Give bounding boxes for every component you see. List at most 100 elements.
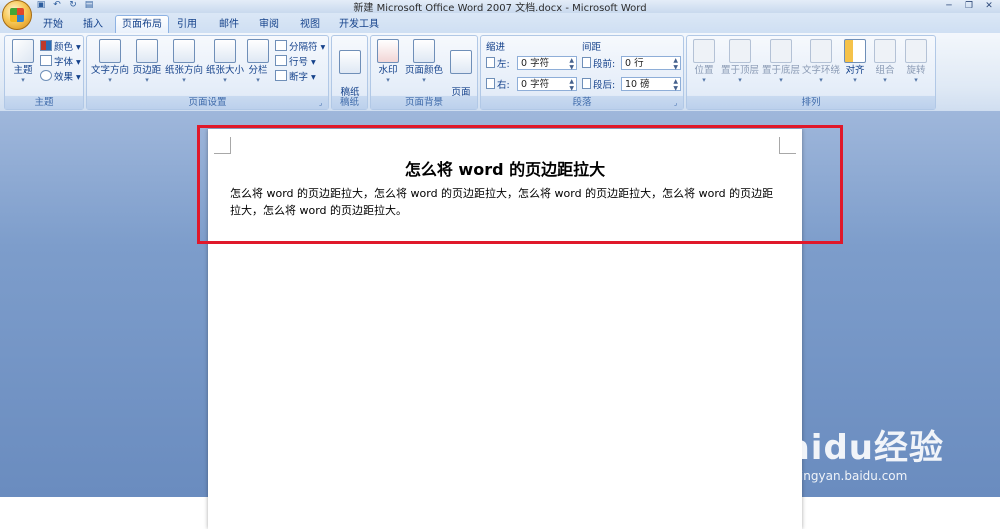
paragraph-launcher-icon[interactable]: ⌟ xyxy=(674,100,681,107)
window-controls: ─ ❐ ✕ xyxy=(942,1,996,11)
send-to-back-icon xyxy=(770,39,792,63)
page-color-button[interactable]: 页面颜色 ▾ xyxy=(404,39,444,84)
tab-insert[interactable]: 插入 xyxy=(76,17,110,33)
spin-arrows-icon[interactable]: ▲ ▼ xyxy=(673,57,678,71)
paper-size-button[interactable]: 纸张大小 ▾ xyxy=(205,39,245,84)
group-arrange: 位置 ▾ 置于顶层 ▾ 置于底层 ▾ 文字环绕 ▾ 对齐 ▾ 组合 ▾ 旋转 ▾… xyxy=(686,35,936,110)
group-draft: 稿纸 设置 稿纸 xyxy=(331,35,368,110)
tab-references[interactable]: 引用 xyxy=(170,17,204,33)
close-icon[interactable]: ✕ xyxy=(982,1,996,11)
spacing-before-input[interactable]: 0 行 ▲ ▼ xyxy=(621,56,681,71)
group-label-draft: 稿纸 xyxy=(332,96,367,109)
group-label-arrange: 排列 xyxy=(687,96,935,109)
spacing-after-icon xyxy=(582,78,591,89)
text-direction-button[interactable]: 文字方向 ▾ xyxy=(90,39,130,84)
undo-icon[interactable]: ↶ xyxy=(52,0,62,10)
office-button[interactable] xyxy=(2,0,32,30)
text-wrap-icon xyxy=(810,39,832,63)
paint-bucket-icon xyxy=(413,39,435,63)
quick-access-toolbar: ▣ ↶ ↻ ▤ xyxy=(36,0,94,12)
save-icon[interactable]: ▣ xyxy=(36,0,46,10)
bring-to-front-icon xyxy=(729,39,751,63)
document-body[interactable]: 怎么将 word 的页边距拉大，怎么将 word 的页边距拉大，怎么将 word… xyxy=(230,185,782,219)
draft-paper-icon xyxy=(339,50,361,74)
themes-icon xyxy=(12,39,34,63)
align-icon xyxy=(844,39,866,63)
margins-button[interactable]: 页边距 ▾ xyxy=(131,39,163,84)
office-logo-icon xyxy=(10,8,24,22)
group-objects-icon xyxy=(874,39,896,63)
hyphenation-icon xyxy=(275,70,287,81)
spin-arrows-icon[interactable]: ▲ ▼ xyxy=(569,78,574,92)
spacing-after-input[interactable]: 10 磅 ▲ ▼ xyxy=(621,77,681,92)
redo-icon[interactable]: ↻ xyxy=(68,0,78,10)
tab-home[interactable]: 开始 xyxy=(36,17,70,33)
palette-icon xyxy=(40,40,52,51)
breaks-icon xyxy=(275,40,287,51)
position-icon xyxy=(693,39,715,63)
group-theme: 主题 ▾ 颜色 ▾ 字体 ▾ 效果 ▾ 主题 xyxy=(4,35,84,110)
group-objects-button[interactable]: 组合 ▾ xyxy=(871,39,899,84)
hyphenation-button[interactable]: 断字 ▾ xyxy=(275,70,316,84)
rotate-button[interactable]: 旋转 ▾ xyxy=(901,39,931,84)
indent-left-icon xyxy=(486,57,495,68)
indent-right-input[interactable]: 0 字符 ▲ ▼ xyxy=(517,77,577,92)
tab-review[interactable]: 审阅 xyxy=(252,17,286,33)
theme-fonts-button[interactable]: 字体 ▾ xyxy=(40,55,81,69)
effects-icon xyxy=(40,70,52,81)
theme-colors-button[interactable]: 颜色 ▾ xyxy=(40,40,81,54)
tab-view[interactable]: 视图 xyxy=(293,17,327,33)
group-label-page-background: 页面背景 xyxy=(371,96,477,109)
margins-icon xyxy=(136,39,158,63)
title-bar: 新建 Microsoft Office Word 2007 文档.docx - … xyxy=(0,0,1000,14)
text-wrap-button[interactable]: 文字环绕 ▾ xyxy=(801,39,841,84)
tab-developer[interactable]: 开发工具 xyxy=(334,17,384,33)
spacing-before-icon xyxy=(582,57,591,68)
watermark-icon xyxy=(377,39,399,63)
line-numbers-button[interactable]: 行号 ▾ xyxy=(275,55,316,69)
document-title[interactable]: 怎么将 word 的页边距拉大 xyxy=(208,156,802,180)
print-preview-icon[interactable]: ▤ xyxy=(84,0,94,10)
ribbon: 主题 ▾ 颜色 ▾ 字体 ▾ 效果 ▾ 主题 文字方向 ▾ 页边距 ▾ 纸张方向… xyxy=(0,33,1000,112)
tab-page-layout[interactable]: 页面布局 xyxy=(115,15,169,34)
line-numbers-icon xyxy=(275,55,287,66)
align-button[interactable]: 对齐 ▾ xyxy=(841,39,869,84)
columns-icon xyxy=(247,39,269,63)
watermark-button[interactable]: 水印 ▾ xyxy=(374,39,402,84)
chevron-down-icon: ▾ xyxy=(21,76,25,84)
breaks-button[interactable]: 分隔符 ▾ xyxy=(275,40,325,54)
group-label-paragraph: 段落 xyxy=(481,96,683,109)
baidu-brand: Baidu经验 xyxy=(759,428,944,468)
indent-left-label: 左: xyxy=(486,57,510,71)
spin-arrows-icon[interactable]: ▲ ▼ xyxy=(569,57,574,71)
page-setup-launcher-icon[interactable]: ⌟ xyxy=(319,100,326,107)
minimize-icon[interactable]: ─ xyxy=(942,1,956,11)
spacing-after-label: 段后: xyxy=(582,78,615,92)
group-page-setup: 文字方向 ▾ 页边距 ▾ 纸张方向 ▾ 纸张大小 ▾ 分栏 ▾ 分隔符 ▾ 行号… xyxy=(86,35,329,110)
themes-button[interactable]: 主题 ▾ xyxy=(8,39,38,84)
baidu-url: jingyan.baidu.com xyxy=(796,469,908,483)
margin-corner-top-right xyxy=(779,137,796,154)
rotate-icon xyxy=(905,39,927,63)
group-page-background: 水印 ▾ 页面颜色 ▾ 页面 边框 页面背景 xyxy=(370,35,478,110)
orientation-button[interactable]: 纸张方向 ▾ xyxy=(164,39,204,84)
document-page[interactable]: 怎么将 word 的页边距拉大 怎么将 word 的页边距拉大，怎么将 word… xyxy=(208,129,802,529)
group-label-theme: 主题 xyxy=(5,96,83,109)
position-button[interactable]: 位置 ▾ xyxy=(690,39,718,84)
orientation-icon xyxy=(173,39,195,63)
columns-button[interactable]: 分栏 ▾ xyxy=(245,39,271,84)
baidu-watermark: Baidu经验 jingyan.baidu.com xyxy=(760,420,944,483)
spacing-header: 间距 xyxy=(582,42,602,53)
send-to-back-button[interactable]: 置于底层 ▾ xyxy=(761,39,801,84)
group-paragraph: 缩进 间距 左: 0 字符 ▲ ▼ 右: 0 字符 ▲ ▼ 段前: 0 行 ▲ ▼ 段… xyxy=(480,35,684,110)
indent-left-input[interactable]: 0 字符 ▲ ▼ xyxy=(517,56,577,71)
restore-icon[interactable]: ❐ xyxy=(962,1,976,11)
bring-to-front-button[interactable]: 置于顶层 ▾ xyxy=(720,39,760,84)
theme-effects-button[interactable]: 效果 ▾ xyxy=(40,70,81,84)
tab-mailings[interactable]: 邮件 xyxy=(212,17,246,33)
paper-size-icon xyxy=(214,39,236,63)
spin-arrows-icon[interactable]: ▲ ▼ xyxy=(673,78,678,92)
group-label-page-setup: 页面设置 xyxy=(87,96,328,109)
indent-right-label: 右: xyxy=(486,78,510,92)
document-area: 怎么将 word 的页边距拉大 怎么将 word 的页边距拉大，怎么将 word… xyxy=(0,111,1000,529)
